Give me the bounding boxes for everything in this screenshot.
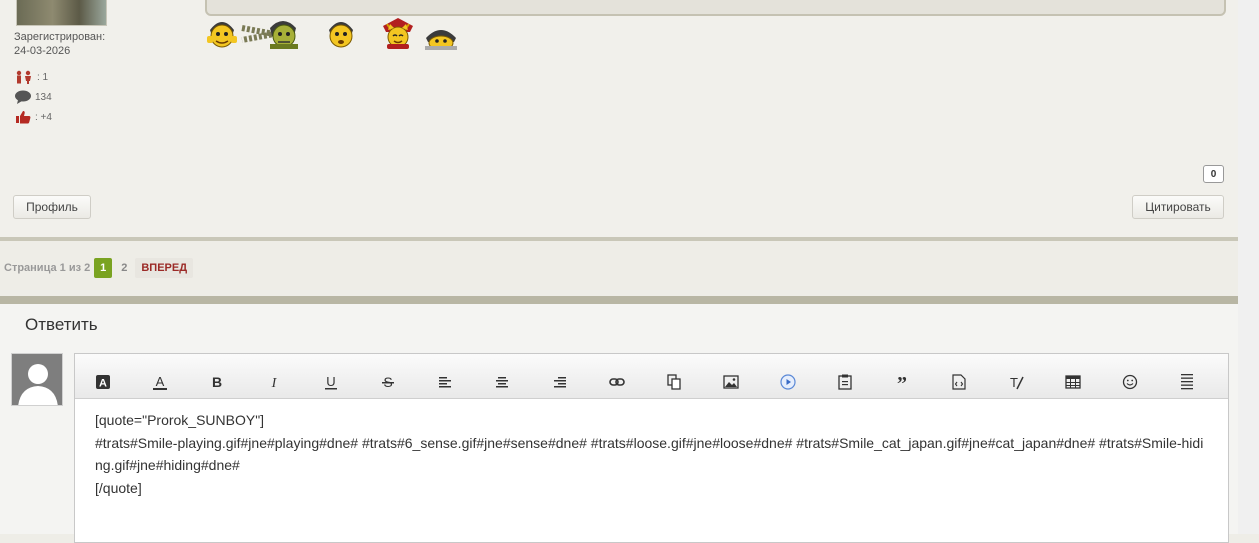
- smiley-icon[interactable]: [1121, 373, 1139, 391]
- quote-icon[interactable]: ”: [893, 373, 911, 391]
- svg-text:U: U: [326, 374, 335, 389]
- more-icon[interactable]: [1178, 373, 1196, 391]
- svg-text:I: I: [271, 376, 278, 390]
- thumbs-up-icon: [16, 111, 31, 124]
- user-avatar[interactable]: [16, 0, 107, 26]
- smiley-sense-icon: [241, 21, 298, 49]
- smiley-cat-japan-icon: [383, 18, 413, 49]
- link-icon[interactable]: [608, 373, 626, 391]
- stat-posts-value: 134: [35, 92, 52, 103]
- smiley-loose-icon: [329, 22, 353, 48]
- pagination: Страница 1 из 2 1 2 ВПЕРЕД: [4, 258, 194, 278]
- forum-post: [0, 0, 1238, 237]
- font-icon[interactable]: A: [94, 373, 112, 391]
- next-page-button[interactable]: ВПЕРЕД: [135, 258, 194, 278]
- reply-divider: [0, 296, 1238, 304]
- page-current: 1: [94, 258, 113, 278]
- italic-icon[interactable]: I: [265, 373, 283, 391]
- svg-text:A: A: [156, 374, 165, 389]
- align-center-icon[interactable]: [493, 373, 511, 391]
- post-divider: [0, 237, 1238, 241]
- reply-avatar: [11, 353, 63, 406]
- smiley-hiding-icon: [425, 30, 457, 50]
- default-avatar-icon: [12, 354, 62, 405]
- registered-date: 24-03-2026: [14, 45, 71, 57]
- align-right-icon[interactable]: [551, 373, 569, 391]
- paste-icon[interactable]: [836, 373, 854, 391]
- profile-button[interactable]: Профиль: [13, 195, 91, 219]
- stat-friends: : 1: [14, 70, 48, 85]
- copy-icon[interactable]: [665, 373, 683, 391]
- page-scrollbar[interactable]: [1238, 0, 1259, 534]
- stat-reputation-value: : +4: [35, 111, 52, 123]
- clear-format-icon[interactable]: T: [1007, 373, 1025, 391]
- editor-toolbar: A A B I U S: [75, 354, 1228, 399]
- strikethrough-icon[interactable]: S: [379, 373, 397, 391]
- pagination-label: Страница 1 из 2: [4, 262, 91, 274]
- page-link-2[interactable]: 2: [121, 262, 127, 274]
- like-counter[interactable]: 0: [1203, 165, 1224, 183]
- smiley-playing-icon: [207, 22, 237, 48]
- stat-posts: 134: [14, 90, 52, 105]
- table-icon[interactable]: [1064, 373, 1082, 391]
- underline-icon[interactable]: U: [322, 373, 340, 391]
- stat-reputation: : +4: [14, 110, 52, 124]
- speech-bubble-icon: [15, 90, 31, 104]
- editor-textarea[interactable]: [quote="Prorok_SUNBOY"] #trats#Smile-pla…: [95, 409, 1205, 499]
- reply-title: Ответить: [25, 315, 98, 334]
- quote-button[interactable]: Цитировать: [1132, 195, 1224, 219]
- svg-text:B: B: [212, 374, 222, 390]
- image-icon[interactable]: [722, 373, 740, 391]
- registered-label: Зарегистрирован:: [14, 31, 106, 43]
- video-icon[interactable]: [779, 373, 797, 391]
- font-color-icon[interactable]: A: [151, 373, 169, 391]
- people-icon: [16, 70, 31, 84]
- quote-box: [205, 0, 1226, 16]
- align-left-icon[interactable]: [436, 373, 454, 391]
- reply-editor[interactable]: A A B I U S: [74, 353, 1229, 543]
- svg-text:”: ”: [897, 376, 907, 388]
- bold-icon[interactable]: B: [208, 373, 226, 391]
- stat-friends-value: : 1: [37, 72, 49, 83]
- svg-text:A: A: [99, 378, 107, 390]
- code-icon[interactable]: [950, 373, 968, 391]
